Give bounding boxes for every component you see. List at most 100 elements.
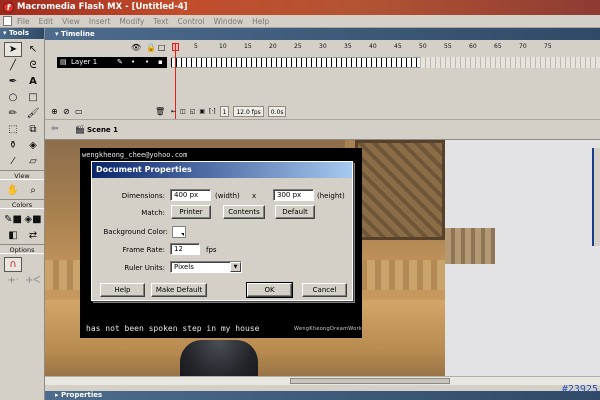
panel-edge — [592, 148, 600, 246]
center-frame-icon[interactable]: ⇤ — [171, 106, 176, 117]
hand-tool-icon[interactable]: ✋ — [4, 183, 22, 198]
make-default-button[interactable]: Make Default — [151, 283, 207, 297]
lasso-tool-icon[interactable]: ᘓ — [24, 58, 42, 73]
magnet-snap-icon[interactable]: ∩ — [4, 257, 22, 272]
frame-number: 60 — [469, 43, 477, 50]
color-tool-grid: ✎■ ◈■ ◧ ⇄ — [0, 209, 44, 244]
timeline-status: ⇤ ◫ ◱ ▣ [·] 1 12.0 fps 0.0s — [171, 106, 287, 117]
layer-name: Layer 1 — [71, 58, 98, 66]
document-icon — [3, 16, 12, 26]
edit-multiple-icon[interactable]: ▣ — [199, 106, 205, 117]
stroke-color-icon[interactable]: ✎■ — [4, 212, 22, 227]
frame-number: 10 — [219, 43, 227, 50]
rectangle-tool-icon[interactable]: □ — [24, 90, 42, 105]
lock-dot-icon[interactable]: • — [145, 57, 149, 68]
frame-number: 25 — [294, 43, 302, 50]
cancel-button[interactable]: Cancel — [302, 283, 347, 297]
pen-tool-icon[interactable]: ✒ — [4, 74, 22, 89]
contents-button[interactable]: Contents — [223, 205, 265, 219]
outline-square-icon[interactable]: ▪ — [158, 57, 163, 68]
insert-layer-icon[interactable]: ⊕ — [51, 107, 58, 116]
timeline-title: Timeline — [60, 30, 95, 38]
onion-outline-icon[interactable]: ◱ — [190, 106, 196, 117]
properties-header[interactable]: ▸ Properties — [45, 391, 600, 400]
watermark: #23925 — [561, 384, 598, 395]
eye-icon[interactable]: 👁 — [131, 43, 141, 52]
menu-text[interactable]: Text — [153, 15, 168, 28]
add-guide-icon[interactable]: ⊘ — [63, 107, 70, 116]
default-colors-icon[interactable]: ◧ — [4, 228, 22, 243]
tool-grid: ➤ ↖ ╱ ᘓ ✒ A ○ □ ✏ 🖌 ⬚ ⧉ ⚱ ◈ ⁄ ▱ — [0, 39, 44, 170]
background-color-swatch[interactable]: #FFFFFF — [172, 226, 186, 238]
width-label: (width) — [215, 192, 240, 200]
frame-strip[interactable] — [171, 57, 420, 68]
ruler-units-select[interactable]: Pixels ▼ — [170, 261, 242, 273]
lock-icon[interactable]: 🔒 — [146, 43, 156, 52]
window-titlebar[interactable]: f Macromedia Flash MX - [Untitled-4] — [0, 0, 600, 15]
swap-colors-icon[interactable]: ⇄ — [24, 228, 42, 243]
default-button[interactable]: Default — [275, 205, 315, 219]
help-button[interactable]: Help — [100, 283, 145, 297]
outline-icon[interactable]: □ — [158, 43, 166, 52]
frame-rate-input[interactable] — [170, 243, 200, 255]
tools-header[interactable]: ▾ Tools — [0, 28, 44, 39]
onion-markers-icon[interactable]: [·] — [209, 106, 216, 117]
printer-button[interactable]: Printer — [171, 205, 211, 219]
menu-view[interactable]: View — [62, 15, 80, 28]
scene-icon: 🎬 — [75, 125, 85, 134]
width-input[interactable] — [170, 189, 211, 201]
timeline-panel: 👁 🔒 □ ▤ Layer 1 ✎ • • ▪ ⊕ ⊘ ▭ 🗑 15101520… — [45, 40, 600, 119]
zoom-tool-icon[interactable]: ⌕ — [24, 183, 42, 198]
chevron-down-icon[interactable]: ▼ — [230, 262, 241, 272]
elapsed-time: 0.0s — [267, 106, 287, 117]
oval-tool-icon[interactable]: ○ — [4, 90, 22, 105]
subselect-tool-icon[interactable]: ↖ — [24, 42, 42, 57]
ink-bottle-tool-icon[interactable]: ⚱ — [4, 138, 22, 153]
height-input[interactable] — [273, 189, 314, 201]
frame-number: 20 — [269, 43, 277, 50]
dialog-title[interactable]: Document Properties — [92, 162, 352, 178]
scene-label[interactable]: Scene 1 — [87, 126, 118, 134]
menu-modify[interactable]: Modify — [119, 15, 144, 28]
frame-ruler[interactable]: 151015202530354045505560657075 — [171, 42, 600, 55]
current-frame: 1 — [219, 106, 230, 117]
tools-title: Tools — [8, 29, 29, 37]
insert-folder-icon[interactable]: ▭ — [75, 107, 83, 116]
timeline-header[interactable]: ▾ Timeline — [45, 28, 600, 40]
fill-color-icon[interactable]: ◈■ — [24, 212, 42, 227]
ruler-units-value: Pixels — [174, 263, 194, 271]
frame-number: 45 — [394, 43, 402, 50]
eyedropper-tool-icon[interactable]: ⁄ — [4, 154, 22, 169]
frame-rate: 12.0 fps — [233, 106, 264, 117]
straighten-option-icon[interactable]: +ᐸ — [24, 273, 42, 288]
scrollbar-thumb[interactable] — [290, 378, 450, 384]
free-transform-tool-icon[interactable]: ⬚ — [4, 122, 22, 137]
visible-dot-icon[interactable]: • — [131, 57, 135, 68]
ok-button[interactable]: OK — [246, 282, 293, 298]
brush-tool-icon[interactable]: 🖌 — [24, 106, 42, 121]
fill-transform-tool-icon[interactable]: ⧉ — [24, 122, 42, 137]
eraser-tool-icon[interactable]: ▱ — [24, 154, 42, 169]
text-tool-icon[interactable]: A — [24, 74, 42, 89]
menu-edit[interactable]: Edit — [39, 15, 54, 28]
menu-insert[interactable]: Insert — [89, 15, 111, 28]
background-color-label: Background Color: — [103, 228, 169, 236]
window-title: Macromedia Flash MX - [Untitled-4] — [17, 2, 188, 12]
menu-help[interactable]: Help — [252, 15, 269, 28]
menu-control[interactable]: Control — [177, 15, 204, 28]
frame-rate-label: Frame Rate: — [122, 246, 165, 254]
smooth-option-icon[interactable]: +ᐧ — [4, 273, 22, 288]
line-tool-icon[interactable]: ╱ — [4, 58, 22, 73]
empty-frames[interactable] — [420, 57, 600, 68]
paint-bucket-tool-icon[interactable]: ◈ — [24, 138, 42, 153]
delete-layer-icon[interactable]: 🗑 — [155, 107, 165, 116]
menu-window[interactable]: Window — [214, 15, 244, 28]
arrow-tool-icon[interactable]: ➤ — [4, 42, 22, 57]
layer-row[interactable]: ▤ Layer 1 ✎ • • ▪ — [57, 57, 167, 68]
flash-window: f Macromedia Flash MX - [Untitled-4] Fil… — [0, 0, 600, 400]
horizontal-scrollbar[interactable] — [45, 376, 600, 385]
pencil-tool-icon[interactable]: ✏ — [4, 106, 22, 121]
onion-skin-icon[interactable]: ◫ — [180, 106, 186, 117]
menu-file[interactable]: File — [17, 15, 30, 28]
back-arrow-icon[interactable]: ⇦ — [51, 124, 59, 134]
